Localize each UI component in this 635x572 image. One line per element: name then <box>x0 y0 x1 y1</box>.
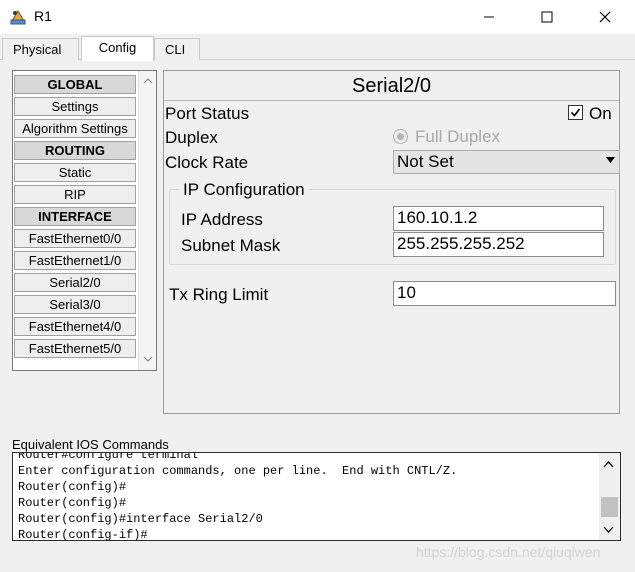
full-duplex-label: Full Duplex <box>415 127 501 146</box>
ios-commands-console[interactable]: Router#configure terminal Enter configura… <box>12 452 621 541</box>
window-title: R1 <box>34 8 52 24</box>
ios-commands-label: Equivalent IOS Commands <box>12 437 169 452</box>
close-button[interactable] <box>582 0 628 34</box>
clock-rate-select[interactable]: Not Set <box>393 150 620 174</box>
nav-item[interactable]: FastEthernet1/0 <box>14 251 136 270</box>
ios-command-line: Router(config-if)# <box>18 528 148 541</box>
tx-ring-limit-label: Tx Ring Limit <box>169 285 269 304</box>
ip-address-label: IP Address <box>181 210 263 229</box>
ios-scrollbar-thumb[interactable] <box>601 497 618 517</box>
ios-scrollbar[interactable] <box>599 453 620 540</box>
nav-item[interactable]: Serial2/0 <box>14 273 136 292</box>
nav-item[interactable]: RIP <box>14 185 136 204</box>
scroll-down-icon[interactable] <box>141 352 155 366</box>
watermark-text: https://blog.csdn.net/qiuqiwen <box>416 544 601 560</box>
port-status-checkbox[interactable] <box>568 105 583 120</box>
nav-item[interactable]: FastEthernet5/0 <box>14 339 136 358</box>
ios-command-line: Router#configure terminal <box>18 452 199 462</box>
title-bar: R1 <box>0 0 635 34</box>
tab-physical[interactable]: Physical <box>2 38 79 60</box>
nav-item[interactable]: FastEthernet0/0 <box>14 229 136 248</box>
dropdown-arrow-icon <box>606 157 615 163</box>
nav-item[interactable]: Algorithm Settings <box>14 119 136 138</box>
ip-configuration-legend: IP Configuration <box>179 180 309 200</box>
tab-config[interactable]: Config <box>81 36 154 61</box>
nav-scrollbar[interactable] <box>138 71 156 370</box>
nav-item[interactable]: Serial3/0 <box>14 295 136 314</box>
clock-rate-value: Not Set <box>397 152 454 171</box>
nav-section-header[interactable]: ROUTING <box>14 141 136 160</box>
scroll-up-icon[interactable] <box>141 74 155 88</box>
config-nav-list: GLOBAL Settings Algorithm Settings ROUTING S… <box>14 75 136 361</box>
nav-section-header[interactable]: GLOBAL <box>14 75 136 94</box>
interface-config-panel: Serial2/0 Port Status On Duplex Full Dup… <box>163 70 620 414</box>
nav-section-header[interactable]: INTERFACE <box>14 207 136 226</box>
router-config-window: R1 Physical Config CLI GLOBAL Settings Alg… <box>0 0 635 572</box>
full-duplex-radio <box>393 129 408 144</box>
tx-ring-limit-field[interactable]: 10 <box>393 281 616 306</box>
minimize-icon <box>484 16 494 18</box>
port-status-on-label: On <box>589 104 612 123</box>
router-icon <box>10 10 26 25</box>
checkmark-icon <box>570 108 581 117</box>
maximize-icon <box>541 11 553 23</box>
nav-item[interactable]: FastEthernet4/0 <box>14 317 136 336</box>
ios-command-line: Router(config)# <box>18 480 127 494</box>
close-icon <box>599 11 611 23</box>
scroll-up-icon[interactable] <box>601 457 615 471</box>
port-status-label: Port Status <box>165 104 250 123</box>
subnet-mask-label: Subnet Mask <box>181 236 281 255</box>
scroll-down-icon[interactable] <box>601 522 615 536</box>
ios-command-line: Router(config)#interface Serial2/0 <box>18 512 263 526</box>
minimize-button[interactable] <box>466 0 512 34</box>
config-nav-panel: GLOBAL Settings Algorithm Settings ROUTING S… <box>12 70 157 371</box>
duplex-label: Duplex <box>165 128 218 147</box>
ip-address-field[interactable]: 160.10.1.2 <box>393 206 604 231</box>
ios-command-line: Enter configuration commands, one per li… <box>18 464 458 478</box>
nav-item[interactable]: Static <box>14 163 136 182</box>
interface-title: Serial2/0 <box>164 71 619 101</box>
nav-item[interactable]: Settings <box>14 97 136 116</box>
maximize-button[interactable] <box>524 0 570 34</box>
subnet-mask-field[interactable]: 255.255.255.252 <box>393 232 604 257</box>
tab-bar: Physical Config CLI <box>0 36 635 61</box>
ios-command-line: Router(config)# <box>18 496 127 510</box>
ios-commands-text: Router#configure terminal Enter configura… <box>18 452 598 541</box>
tab-cli[interactable]: CLI <box>154 38 200 60</box>
clock-rate-label: Clock Rate <box>165 153 249 172</box>
